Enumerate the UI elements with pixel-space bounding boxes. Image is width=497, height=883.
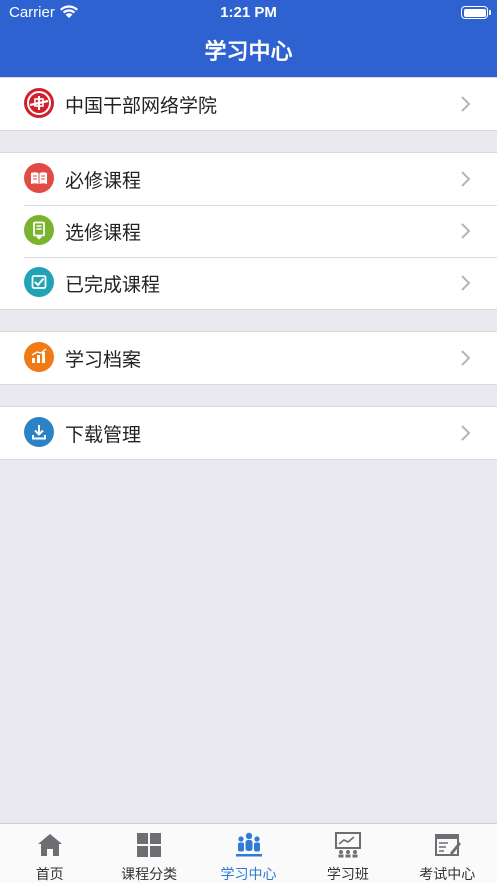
grid-icon [137,833,162,857]
page-title: 学习中心 [204,40,293,65]
menu-item-completed-courses[interactable]: 已完成课程 [0,257,497,309]
tab-bar: 首页 课程分类 学习中心 学习班 考试中心 [0,823,497,883]
book-icon [24,163,54,193]
chevron-right-icon [461,223,471,239]
chevron-right-icon [461,425,471,441]
menu-item-label: 选修课程 [65,222,142,244]
battery-icon [461,6,491,19]
menu-item-academy[interactable]: 中国干部网络学院 [0,78,497,130]
tab-label: 首页 [35,867,64,883]
status-bar: Carrier 1:21 PM [0,0,497,26]
tab-label: 课程分类 [121,867,178,883]
chevron-right-icon [461,96,471,112]
menu-item-download-manager[interactable]: 下载管理 [0,407,497,459]
menu-item-elective-courses[interactable]: 选修课程 [0,205,497,257]
academy-logo-icon [24,88,54,118]
elective-icon [24,215,54,245]
people-icon [235,832,262,857]
exam-icon [434,834,461,856]
checkbox-icon [24,267,54,297]
download-icon [24,417,54,447]
tab-label: 学习班 [326,867,369,883]
tab-course-categories[interactable]: 课程分类 [99,824,198,883]
chart-icon [24,342,54,372]
clock: 1:21 PM [220,4,277,21]
menu-item-label: 已完成课程 [65,274,161,296]
tab-label: 考试中心 [419,867,476,883]
menu-item-required-courses[interactable]: 必修课程 [0,153,497,205]
menu-item-label: 下载管理 [65,424,142,446]
menu-item-label: 学习档案 [65,349,142,371]
navigation-bar: Carrier 1:21 PM 学习中心 [0,0,497,77]
tab-study-class[interactable]: 学习班 [298,824,397,883]
menu-item-label: 中国干部网络学院 [65,95,218,117]
menu-group-academy: 中国干部网络学院 [0,77,497,131]
tab-exam-center[interactable]: 考试中心 [398,824,497,883]
tab-study-center[interactable]: 学习中心 [199,824,298,883]
chevron-right-icon [461,275,471,291]
chevron-right-icon [461,350,471,366]
home-icon [38,834,62,856]
menu-group-courses: 必修课程 选修课程 已完成课程 [0,152,497,310]
presentation-icon [335,832,362,858]
menu-item-label: 必修课程 [65,170,142,192]
chevron-right-icon [461,171,471,187]
menu-group-records: 学习档案 [0,331,497,385]
tab-home[interactable]: 首页 [0,824,99,883]
menu-group-downloads: 下载管理 [0,406,497,460]
tab-label: 学习中心 [220,867,277,883]
menu-item-study-records[interactable]: 学习档案 [0,332,497,384]
